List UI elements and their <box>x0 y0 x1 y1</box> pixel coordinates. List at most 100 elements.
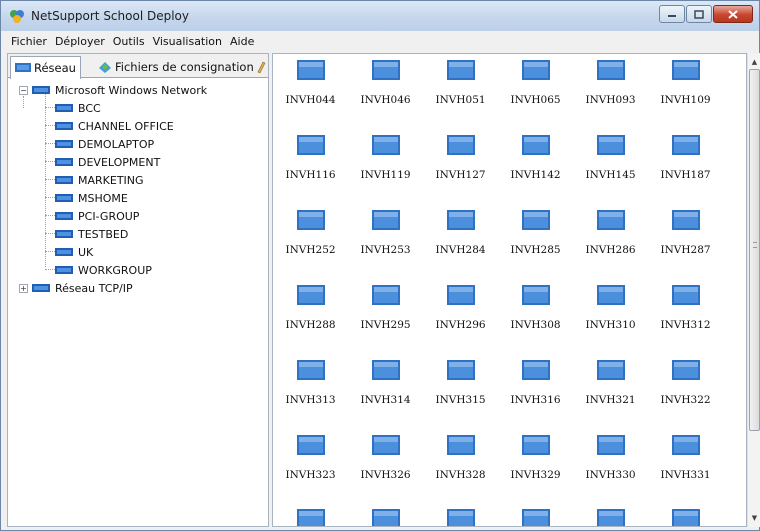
tree-node-workgroup[interactable]: WORKGROUP <box>55 261 152 279</box>
maximize-button[interactable] <box>686 5 712 23</box>
computer-item[interactable]: INVH285 <box>498 210 573 256</box>
tree-node-label: CHANNEL OFFICE <box>78 119 174 133</box>
computer-item-partial[interactable] <box>498 509 573 526</box>
menu-visualisation[interactable]: Visualisation <box>149 35 226 48</box>
computer-item[interactable]: INVH296 <box>423 285 498 331</box>
computer-icon <box>446 360 475 380</box>
computer-item[interactable]: INVH295 <box>348 285 423 331</box>
menu-aide[interactable]: Aide <box>226 35 258 48</box>
computer-icon <box>446 435 475 455</box>
computer-item[interactable]: INVH065 <box>498 60 573 106</box>
tree-node-label: DEVELOPMENT <box>78 155 161 169</box>
computer-item[interactable]: INVH109 <box>648 60 723 106</box>
tree-node-label: TESTBED <box>78 227 129 241</box>
tree-node-workgroup[interactable]: TESTBED <box>55 225 128 243</box>
computer-item[interactable]: INVH093 <box>573 60 648 106</box>
computer-item[interactable]: INVH330 <box>573 435 648 481</box>
computer-item[interactable]: INVH312 <box>648 285 723 331</box>
scroll-thumb[interactable] <box>749 69 760 431</box>
tab-network[interactable]: Réseau <box>10 56 81 79</box>
tree-node-label: BCC <box>78 101 101 115</box>
scroll-down-arrow-icon[interactable]: ▼ <box>748 511 760 525</box>
computer-name: INVH313 <box>285 394 336 406</box>
computer-item[interactable]: INVH328 <box>423 435 498 481</box>
computer-item-partial[interactable] <box>423 509 498 526</box>
computer-item[interactable]: INVH286 <box>573 210 648 256</box>
computer-item[interactable]: INVH329 <box>498 435 573 481</box>
computer-icon <box>296 435 325 455</box>
computer-icon <box>521 60 550 80</box>
collapse-icon[interactable]: − <box>19 85 28 95</box>
computer-item[interactable]: INVH119 <box>348 135 423 181</box>
computer-item[interactable]: INVH051 <box>423 60 498 106</box>
computer-icon <box>521 360 550 380</box>
computer-item[interactable]: INVH323 <box>273 435 348 481</box>
computer-item-partial[interactable] <box>648 509 723 526</box>
tree-node-workgroup[interactable]: DEVELOPMENT <box>55 153 160 171</box>
computer-item-partial[interactable] <box>573 509 648 526</box>
computer-item[interactable]: INVH253 <box>348 210 423 256</box>
computer-item[interactable]: INVH315 <box>423 360 498 406</box>
computer-item[interactable]: INVH116 <box>273 135 348 181</box>
computer-item[interactable]: INVH284 <box>423 210 498 256</box>
tree-node-label: WORKGROUP <box>78 263 152 277</box>
tree-node-label: UK <box>78 245 94 259</box>
computer-item[interactable]: INVH046 <box>348 60 423 106</box>
computer-name: INVH308 <box>510 319 561 331</box>
computer-item-partial[interactable] <box>273 509 348 526</box>
computer-name: INVH285 <box>510 244 561 256</box>
computer-item-partial[interactable] <box>348 509 423 526</box>
computer-item[interactable]: INVH314 <box>348 360 423 406</box>
tab-more[interactable] <box>256 56 268 78</box>
computer-name: INVH315 <box>435 394 486 406</box>
workgroup-icon <box>55 229 73 238</box>
menu-outils[interactable]: Outils <box>109 35 149 48</box>
workgroup-icon <box>55 157 73 166</box>
computer-item[interactable]: INVH322 <box>648 360 723 406</box>
computer-item[interactable]: INVH288 <box>273 285 348 331</box>
tree-node-workgroup[interactable]: UK <box>55 243 93 261</box>
computer-item[interactable]: INVH252 <box>273 210 348 256</box>
tree-node-workgroup[interactable]: MSHOME <box>55 189 128 207</box>
computer-name: INVH316 <box>510 394 561 406</box>
computer-item[interactable]: INVH331 <box>648 435 723 481</box>
menu-deployer[interactable]: Déployer <box>51 35 109 48</box>
workgroup-icon <box>55 103 73 112</box>
computer-icon <box>296 135 325 155</box>
tree-node-workgroup[interactable]: PCI-GROUP <box>55 207 139 225</box>
computer-name: INVH187 <box>660 169 711 181</box>
computer-item[interactable]: INVH321 <box>573 360 648 406</box>
workgroup-icon <box>55 211 73 220</box>
vertical-scrollbar[interactable]: ▲ ▼ <box>747 53 760 527</box>
tab-logs-label: Fichiers de consignation <box>115 60 254 74</box>
expand-icon[interactable]: + <box>19 283 28 293</box>
tree-node-microsoft-network[interactable]: − Microsoft Windows Network <box>19 81 207 99</box>
computer-item[interactable]: INVH127 <box>423 135 498 181</box>
menu-fichier[interactable]: Fichier <box>7 35 51 48</box>
computer-icon <box>371 60 400 80</box>
tree-node-workgroup[interactable]: BCC <box>55 99 101 117</box>
computer-item[interactable]: INVH142 <box>498 135 573 181</box>
tree-node-workgroup[interactable]: CHANNEL OFFICE <box>55 117 174 135</box>
minimize-button[interactable] <box>659 5 685 23</box>
computer-item[interactable]: INVH326 <box>348 435 423 481</box>
computer-item[interactable]: INVH187 <box>648 135 723 181</box>
scroll-up-arrow-icon[interactable]: ▲ <box>748 55 760 69</box>
computer-icon <box>521 435 550 455</box>
computer-item[interactable]: INVH145 <box>573 135 648 181</box>
computer-item[interactable]: INVH308 <box>498 285 573 331</box>
computer-name: INVH310 <box>585 319 636 331</box>
tree-node-tcpip[interactable]: + Réseau TCP/IP <box>19 279 133 297</box>
computer-item[interactable]: INVH316 <box>498 360 573 406</box>
tree-node-workgroup[interactable]: MARKETING <box>55 171 144 189</box>
computer-item[interactable]: INVH313 <box>273 360 348 406</box>
tab-logs[interactable]: Fichiers de consignation <box>94 56 258 78</box>
tree-node-workgroup[interactable]: DEMOLAPTOP <box>55 135 154 153</box>
computer-item[interactable]: INVH044 <box>273 60 348 106</box>
computer-item[interactable]: INVH287 <box>648 210 723 256</box>
close-button[interactable] <box>713 5 753 23</box>
computer-name: INVH314 <box>360 394 411 406</box>
title-bar[interactable]: NetSupport School Deploy <box>1 1 759 31</box>
computer-name: INVH109 <box>660 94 711 106</box>
computer-item[interactable]: INVH310 <box>573 285 648 331</box>
